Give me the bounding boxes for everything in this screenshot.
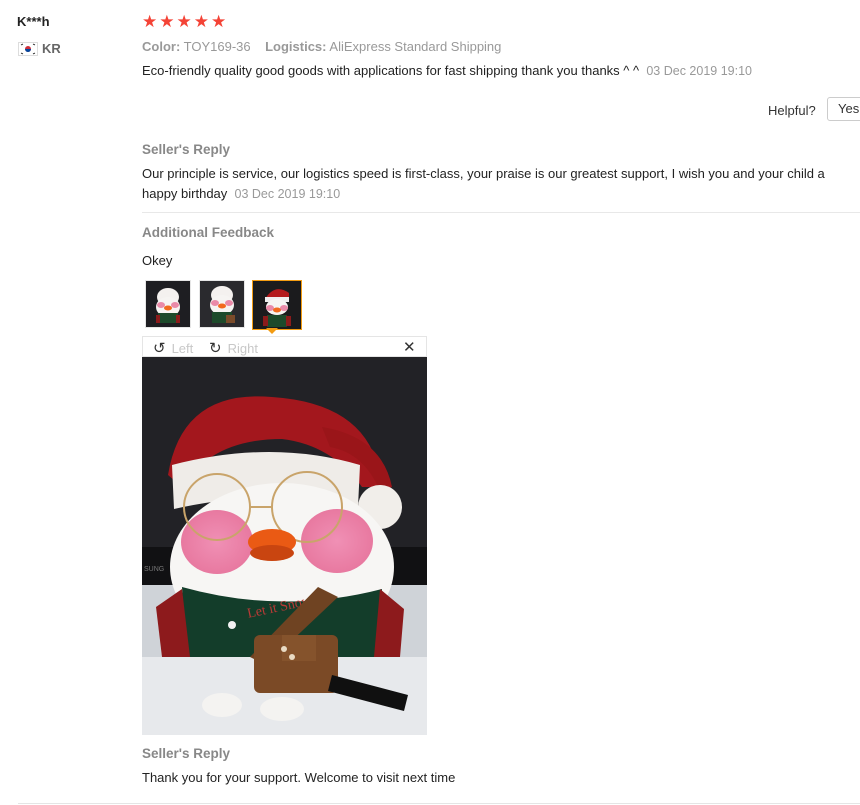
color-value: TOY169-36 <box>183 39 251 54</box>
seller-reply-body: Our principle is service, our logistics … <box>142 164 832 204</box>
rotate-left-button[interactable]: ↺ Left <box>153 339 193 357</box>
photo-thumbnail-selected[interactable] <box>252 280 302 330</box>
section-divider <box>142 212 860 213</box>
seller-reply-title: Seller's Reply <box>142 142 231 157</box>
seller-reply-title-2: Seller's Reply <box>142 746 231 761</box>
rotate-left-label: Left <box>171 341 194 356</box>
review-text-line: Eco-friendly quality good goods with app… <box>142 61 752 81</box>
additional-feedback-title: Additional Feedback <box>142 225 275 240</box>
rotate-right-button[interactable]: ↻ Right <box>209 339 258 357</box>
helpful-yes-button[interactable]: Yes <box>827 97 860 121</box>
rating-stars: ★★★★★ <box>142 12 229 31</box>
color-label: Color: <box>142 39 181 54</box>
korea-flag-icon <box>18 42 38 56</box>
additional-feedback-text: Okey <box>142 253 173 268</box>
photo-thumbnail[interactable] <box>145 280 191 328</box>
reviewer-name: K***h <box>17 14 50 29</box>
rotate-right-icon: ↻ <box>209 340 222 357</box>
rotate-left-icon: ↺ <box>153 340 166 357</box>
photo-thumbnail[interactable] <box>199 280 245 328</box>
review-divider <box>18 803 860 804</box>
review-text: Eco-friendly quality good goods with app… <box>142 63 640 78</box>
review-meta: Color: TOY169-36 Logistics: AliExpress S… <box>142 39 501 54</box>
seller-reply-text-2: Thank you for your support. Welcome to v… <box>142 770 456 785</box>
rotate-right-label: Right <box>227 341 258 356</box>
reviewer-country: KR <box>42 41 61 56</box>
tv-brand-text: SUNG <box>144 566 164 573</box>
review-date: 03 Dec 2019 19:10 <box>646 64 752 78</box>
close-icon[interactable]: ✕ <box>403 338 416 356</box>
logistics-label: Logistics: <box>265 39 327 54</box>
image-viewer-toolbar: ↺ Left ↻ Right ✕ <box>142 336 427 357</box>
helpful-label: Helpful? <box>768 103 816 118</box>
enlarged-review-photo: SUNG Let it Snow <box>142 357 427 735</box>
seller-reply-date: 03 Dec 2019 19:10 <box>234 187 341 201</box>
logistics-value: AliExpress Standard Shipping <box>329 39 502 54</box>
selected-thumbnail-pointer <box>266 328 278 334</box>
